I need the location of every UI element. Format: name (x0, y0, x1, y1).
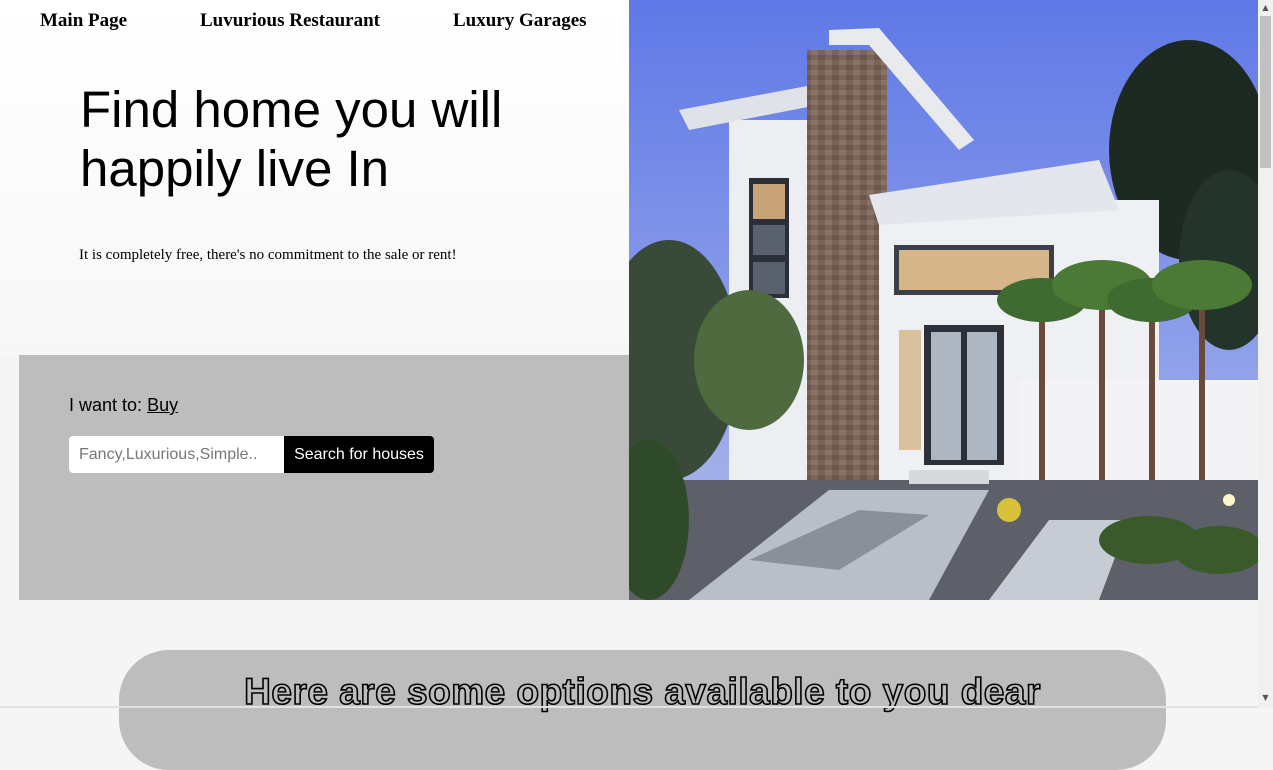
top-navigation: Main Page Luvurious Restaurant Luxury Ga… (0, 0, 629, 44)
hero-title: Find home you will happily live In (80, 81, 503, 197)
scrollbar-thumb[interactable] (1260, 16, 1271, 168)
nav-link-restaurant[interactable]: Luvurious Restaurant (200, 10, 380, 32)
house-illustration (629, 0, 1258, 600)
search-houses-button[interactable]: Search for houses (284, 436, 434, 473)
triangle-down-icon[interactable]: ▼ (1258, 690, 1273, 706)
options-banner: Here are some options available to you d… (119, 650, 1166, 770)
nav-link-garages[interactable]: Luxury Garages (453, 10, 587, 32)
house-image (629, 0, 1258, 600)
want-line: I want to: Buy (69, 395, 178, 416)
triangle-up-icon[interactable]: ▲ (1258, 0, 1273, 16)
nav-link-main-page[interactable]: Main Page (40, 10, 127, 32)
search-panel: I want to: Buy Search for houses (19, 355, 629, 600)
search-input[interactable] (69, 436, 284, 473)
want-label: I want to: (69, 395, 143, 415)
hero-text-panel: Main Page Luvurious Restaurant Luxury Ga… (0, 0, 629, 355)
hero-subtitle: It is completely free, there's no commit… (79, 247, 457, 263)
vertical-scrollbar[interactable]: ▲ ▼ (1258, 0, 1273, 708)
want-type-link[interactable]: Buy (147, 395, 178, 415)
